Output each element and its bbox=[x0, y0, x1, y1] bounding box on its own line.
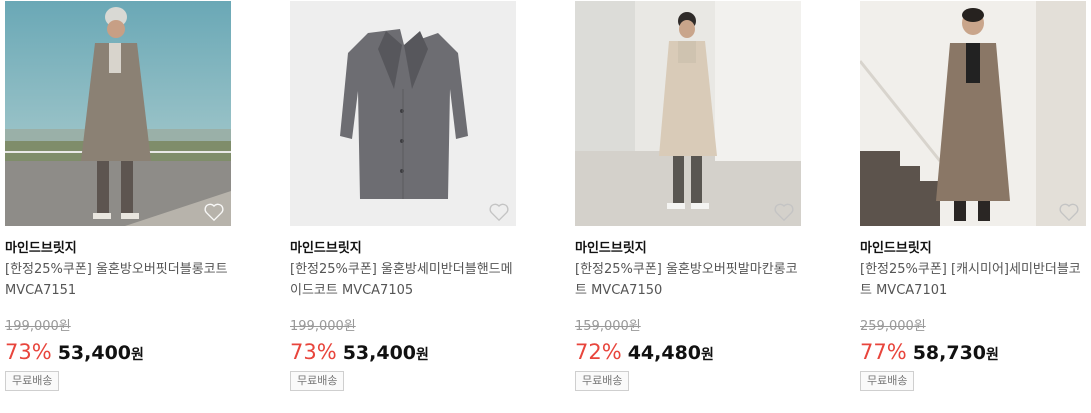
price-row: 72% 44,480원 bbox=[575, 340, 714, 364]
product-name[interactable]: [한정25%쿠폰] 울혼방오버핏발마칸롱코트 MVCA7150 bbox=[575, 259, 801, 301]
heart-outline-icon[interactable] bbox=[203, 202, 225, 222]
discount-rate: 73% bbox=[290, 340, 337, 364]
product-photo-coat-flatlay bbox=[290, 1, 516, 226]
product-brand[interactable]: 마인드브릿지 bbox=[575, 237, 647, 256]
product-brand[interactable]: 마인드브릿지 bbox=[860, 237, 932, 256]
product-grid: 마인드브릿지 [한정25%쿠폰] 울혼방오버핏더블롱코트 MVCA7151 19… bbox=[5, 1, 1091, 413]
product-brand[interactable]: 마인드브릿지 bbox=[290, 237, 362, 256]
free-shipping-badge: 무료배송 bbox=[5, 371, 60, 391]
free-shipping-badge: 무료배송 bbox=[290, 371, 345, 391]
product-photo-model-outdoor bbox=[5, 1, 231, 226]
product-card[interactable]: 마인드브릿지 [한정25%쿠폰] [캐시미어]세미반더블코트 MVCA7101 … bbox=[860, 1, 1086, 411]
product-image[interactable] bbox=[5, 1, 231, 226]
sale-price: 53,400 bbox=[57, 342, 132, 364]
product-name[interactable]: [한정25%쿠폰] 울혼방오버핏더블롱코트 MVCA7151 bbox=[5, 259, 231, 301]
currency-unit: 원 bbox=[131, 347, 144, 363]
heart-outline-icon[interactable] bbox=[1058, 202, 1080, 222]
product-card[interactable]: 마인드브릿지 [한정25%쿠폰] 울혼방세미반더블핸드메이드코트 MVCA710… bbox=[290, 1, 516, 411]
original-price: 199,000원 bbox=[5, 319, 71, 334]
discount-rate: 72% bbox=[575, 340, 622, 364]
product-photo-model-studio bbox=[575, 1, 801, 226]
product-image[interactable] bbox=[290, 1, 516, 226]
product-image[interactable] bbox=[860, 1, 1086, 226]
product-name[interactable]: [한정25%쿠폰] 울혼방세미반더블핸드메이드코트 MVCA7105 bbox=[290, 259, 516, 301]
currency-unit: 원 bbox=[701, 347, 714, 363]
sale-price: 44,480 bbox=[627, 342, 702, 364]
heart-outline-icon[interactable] bbox=[773, 202, 795, 222]
original-price: 259,000원 bbox=[860, 319, 926, 334]
original-price: 159,000원 bbox=[575, 319, 641, 334]
product-image[interactable] bbox=[575, 1, 801, 226]
price-row: 73% 53,400원 bbox=[5, 340, 144, 364]
price-row: 77% 58,730원 bbox=[860, 340, 999, 364]
product-name[interactable]: [한정25%쿠폰] [캐시미어]세미반더블코트 MVCA7101 bbox=[860, 259, 1086, 301]
free-shipping-badge: 무료배송 bbox=[575, 371, 630, 391]
product-brand[interactable]: 마인드브릿지 bbox=[5, 237, 77, 256]
sale-price: 58,730 bbox=[912, 342, 987, 364]
free-shipping-badge: 무료배송 bbox=[860, 371, 915, 391]
product-photo-model-staircase bbox=[860, 1, 1086, 226]
price-row: 73% 53,400원 bbox=[290, 340, 429, 364]
discount-rate: 73% bbox=[5, 340, 52, 364]
currency-unit: 원 bbox=[986, 347, 999, 363]
product-card[interactable]: 마인드브릿지 [한정25%쿠폰] 울혼방오버핏더블롱코트 MVCA7151 19… bbox=[5, 1, 231, 411]
sale-price: 53,400 bbox=[342, 342, 417, 364]
discount-rate: 77% bbox=[860, 340, 907, 364]
product-card[interactable]: 마인드브릿지 [한정25%쿠폰] 울혼방오버핏발마칸롱코트 MVCA7150 1… bbox=[575, 1, 801, 411]
heart-outline-icon[interactable] bbox=[488, 202, 510, 222]
currency-unit: 원 bbox=[416, 347, 429, 363]
original-price: 199,000원 bbox=[290, 319, 356, 334]
